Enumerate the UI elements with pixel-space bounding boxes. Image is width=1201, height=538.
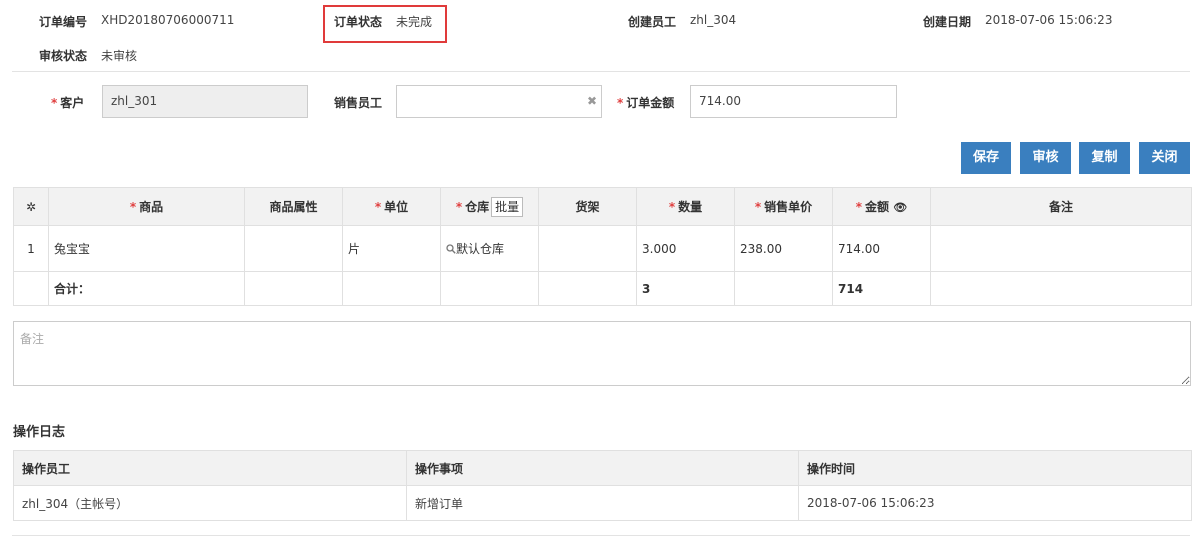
- batch-button[interactable]: 批量: [491, 196, 524, 217]
- total-amount: 714: [832, 271, 931, 306]
- created-date-label: 创建日期: [923, 15, 972, 29]
- log-title: 操作日志: [13, 425, 66, 440]
- cell-amount[interactable]: 714.00: [832, 225, 931, 272]
- order-no-value: XHD20180706000711: [101, 13, 235, 27]
- creator-value: zhl_304: [690, 13, 737, 27]
- order-amount-label: * 订单金额: [617, 96, 675, 110]
- log-header-operator: 操作员工: [13, 450, 407, 486]
- order-status-label: 订单状态: [334, 15, 383, 29]
- remark-textarea[interactable]: [13, 321, 1191, 386]
- header-shelf: 货架: [538, 187, 637, 226]
- eye-icon[interactable]: 👁: [893, 201, 907, 214]
- items-header-row: ✲ * 商品 商品属性 * 单位 * 仓库 批量 货架 * 数量 * 销售单价 * 金额 👁 …: [13, 187, 1192, 226]
- column-settings-icon[interactable]: ✲: [13, 187, 49, 226]
- log-cell-action: 新增订单: [406, 485, 799, 521]
- cell-price[interactable]: 238.00: [734, 225, 833, 272]
- order-amount-input[interactable]: 714.00: [690, 85, 897, 118]
- customer-label: * 客户: [51, 96, 85, 110]
- header-unit: * 单位: [342, 187, 441, 226]
- required-mark: *: [617, 96, 624, 110]
- cell-shelf[interactable]: [538, 225, 637, 272]
- close-button[interactable]: 关闭: [1139, 142, 1190, 174]
- row-index: 1: [13, 225, 49, 272]
- save-button[interactable]: 保存: [961, 142, 1011, 174]
- required-mark: *: [51, 96, 58, 110]
- header-attr: 商品属性: [244, 187, 343, 226]
- cell-unit[interactable]: 片: [342, 225, 441, 272]
- search-icon[interactable]: [446, 244, 456, 254]
- creator-label: 创建员工: [628, 15, 677, 29]
- total-label: 合计：: [48, 271, 245, 306]
- header-price: * 销售单价: [734, 187, 833, 226]
- bottom-divider: [12, 535, 1190, 536]
- copy-button[interactable]: 复制: [1079, 142, 1130, 174]
- total-qty: 3: [636, 271, 735, 306]
- log-cell-time: 2018-07-06 15:06:23: [798, 485, 1192, 521]
- header-remark: 备注: [930, 187, 1192, 226]
- log-header-action: 操作事项: [406, 450, 799, 486]
- header-qty: * 数量: [636, 187, 735, 226]
- sales-staff-input[interactable]: ✖: [396, 85, 602, 118]
- clear-icon[interactable]: ✖: [587, 86, 597, 117]
- log-header-time: 操作时间: [798, 450, 1192, 486]
- created-date-value: 2018-07-06 15:06:23: [985, 13, 1113, 27]
- header-warehouse: * 仓库 批量: [440, 187, 539, 226]
- order-no-label: 订单编号: [39, 15, 88, 29]
- cell-warehouse[interactable]: 默认仓库: [440, 225, 539, 272]
- cell-remark[interactable]: [930, 225, 1192, 272]
- cell-attr[interactable]: [244, 225, 343, 272]
- audit-status-label: 审核状态: [39, 49, 88, 63]
- audit-button[interactable]: 审核: [1020, 142, 1071, 174]
- header-product: * 商品: [48, 187, 245, 226]
- table-row: zhl_304（主帐号） 新增订单 2018-07-06 15:06:23: [13, 485, 1192, 521]
- log-header-row: 操作员工 操作事项 操作时间: [13, 450, 1192, 486]
- items-table: ✲ * 商品 商品属性 * 单位 * 仓库 批量 货架 * 数量 * 销售单价 * 金额 👁 …: [13, 187, 1192, 306]
- header-amount: * 金额 👁: [832, 187, 931, 226]
- audit-status-value: 未审核: [101, 49, 138, 63]
- customer-input[interactable]: zhl_301: [102, 85, 308, 118]
- table-row: 1 兔宝宝 片 默认仓库 3.000 238.00 714.00: [13, 225, 1192, 272]
- sales-staff-label: 销售员工: [334, 96, 383, 110]
- cell-product[interactable]: 兔宝宝: [48, 225, 245, 272]
- log-cell-operator: zhl_304（主帐号）: [13, 485, 407, 521]
- header-divider: [12, 71, 1190, 72]
- log-table: 操作员工 操作事项 操作时间 zhl_304（主帐号） 新增订单 2018-07…: [13, 450, 1192, 521]
- total-row: 合计： 3 714: [13, 271, 1192, 306]
- cell-qty[interactable]: 3.000: [636, 225, 735, 272]
- order-status-value: 未完成: [396, 15, 433, 29]
